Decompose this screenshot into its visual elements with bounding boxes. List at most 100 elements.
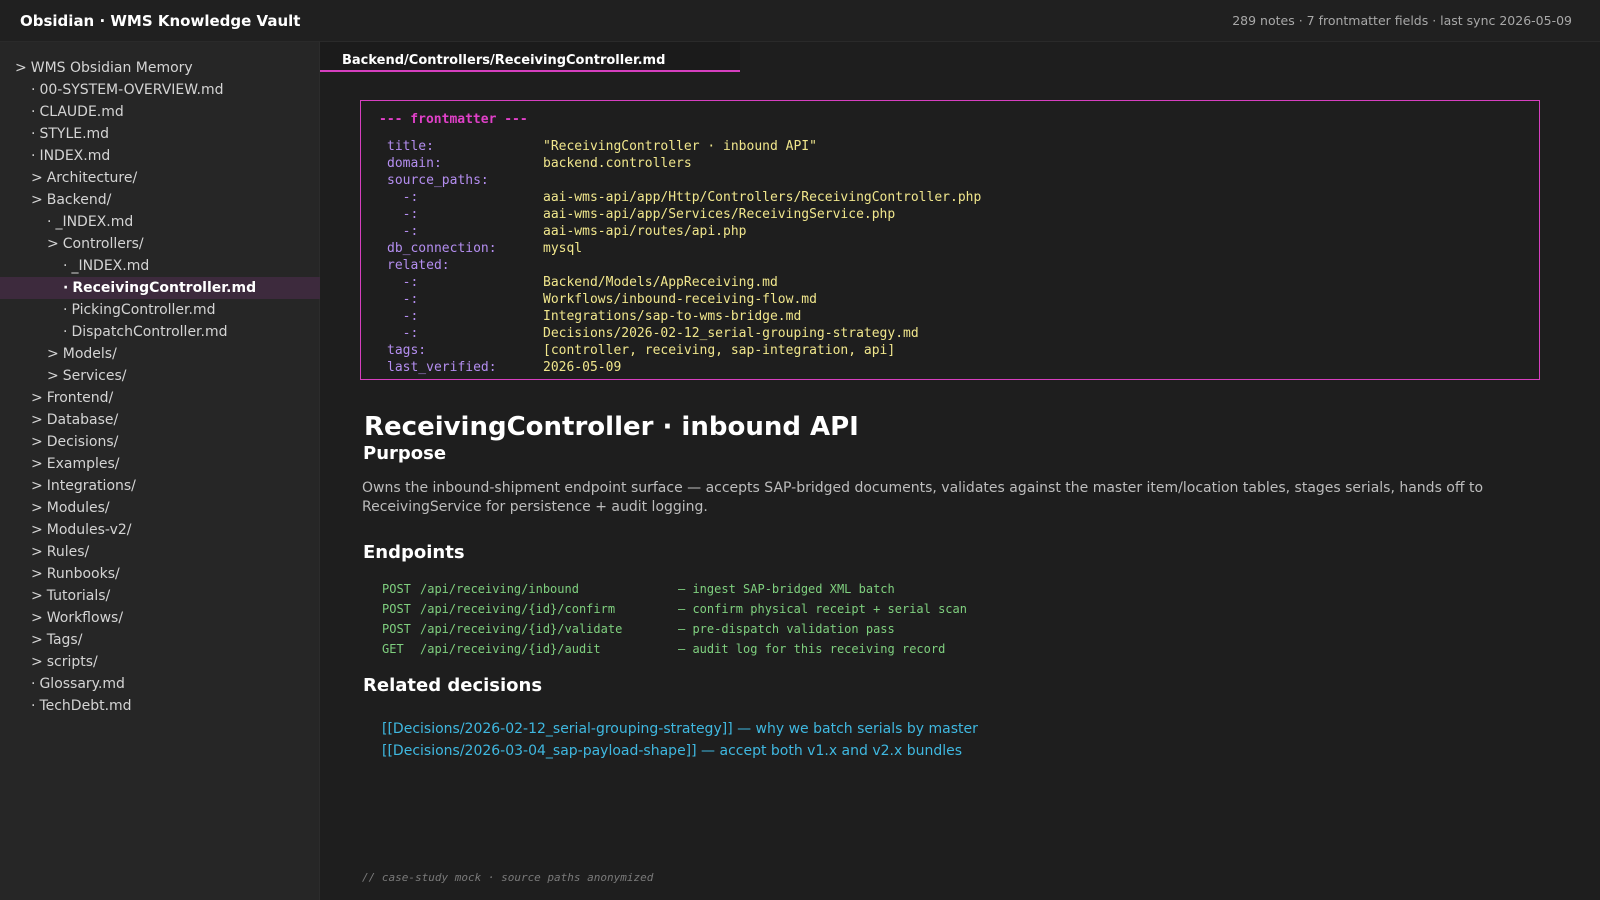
decision-link[interactable]: [[Decisions/2026-03-04_sap-payload-shape… (382, 740, 978, 762)
frontmatter-value: [controller, receiving, sap-integration,… (543, 343, 896, 358)
tree-item-label: Rules/ (46, 544, 90, 560)
tree-file[interactable]: · CLAUDE.md (0, 101, 320, 123)
tree-folder[interactable]: > Modules/ (0, 497, 320, 519)
chevron-right-icon: > (47, 236, 59, 252)
tree-file[interactable]: · _INDEX.md (0, 211, 320, 233)
frontmatter-line: -: Decisions/2026-02-12_serial-grouping-s… (387, 325, 981, 342)
chevron-right-icon: > (31, 456, 43, 472)
tree-file[interactable]: · TechDebt.md (0, 695, 320, 717)
frontmatter-value: aai-wms-api/app/Services/ReceivingServic… (543, 207, 896, 222)
tree-file[interactable]: · STYLE.md (0, 123, 320, 145)
tree-folder[interactable]: > Integrations/ (0, 475, 320, 497)
tree-item-label: Integrations/ (46, 478, 136, 494)
tree-folder[interactable]: > Backend/ (0, 189, 320, 211)
chevron-right-icon: > (31, 412, 43, 428)
tree-folder[interactable]: > Examples/ (0, 453, 320, 475)
tree-folder[interactable]: > Frontend/ (0, 387, 320, 409)
tree-folder[interactable]: > Decisions/ (0, 431, 320, 453)
tree-item-label: Backend/ (46, 192, 112, 208)
frontmatter-line: -: aai-wms-api/app/Services/ReceivingServ… (387, 206, 981, 223)
frontmatter-line: related: (387, 257, 981, 274)
tree-item-label: _INDEX.md (71, 258, 150, 274)
tree-folder[interactable]: > Models/ (0, 343, 320, 365)
tree-file[interactable]: · INDEX.md (0, 145, 320, 167)
purpose-heading: Purpose (363, 443, 447, 464)
tree-item-label: Database/ (46, 412, 119, 428)
frontmatter-key: -: (387, 326, 419, 341)
endpoint-description: — audit log for this receiving record (678, 642, 946, 656)
tree-item-label: _INDEX.md (55, 214, 134, 230)
frontmatter-line: -: aai-wms-api/app/Http/Controllers/Recei… (387, 189, 982, 206)
endpoint-method: POST (382, 582, 411, 596)
tree-file[interactable]: · _INDEX.md (0, 255, 320, 277)
editor-pane: Backend/Controllers/ReceivingController.… (320, 42, 1600, 900)
frontmatter-line: db_connection: mysql (387, 240, 981, 257)
tree-file[interactable]: · 00-SYSTEM-OVERVIEW.md (0, 79, 320, 101)
frontmatter-key: db_connection: (387, 241, 497, 256)
footer-note: // case-study mock · source paths anonym… (362, 871, 654, 884)
tree-item-label: INDEX.md (39, 148, 111, 164)
related-decisions-heading: Related decisions (363, 675, 543, 696)
chevron-right-icon: > (47, 368, 59, 384)
endpoint-path: /api/receiving/{id}/confirm (420, 602, 616, 616)
tree-folder[interactable]: > Tutorials/ (0, 585, 320, 607)
decision-link[interactable]: [[Decisions/2026-02-12_serial-grouping-s… (382, 718, 978, 740)
frontmatter-block: --- frontmatter --- title: "ReceivingCont… (360, 100, 1540, 380)
frontmatter-key: source_paths: (387, 173, 489, 188)
tree-folder[interactable]: > WMS Obsidian Memory (0, 57, 320, 79)
frontmatter-line: last_verified: 2026-05-09 (387, 359, 981, 376)
tree-file[interactable]: · ReceivingController.md (0, 277, 320, 299)
file-explorer-sidebar: > WMS Obsidian Memory · 00-SYSTEM-OVERVIEW.… (0, 42, 320, 900)
frontmatter-line: -: Workflows/inbound-receiving-flow.md (387, 291, 981, 308)
frontmatter-line: tags: [controller, receiving, sap-integra… (387, 342, 981, 359)
purpose-text: Owns the inbound-shipment endpoint surfa… (362, 480, 1484, 515)
endpoint-item: GET/api/receiving/{id}/audit — audit log … (382, 639, 967, 659)
tree-folder[interactable]: > Controllers/ (0, 233, 320, 255)
tree-item-label: Decisions/ (46, 434, 119, 450)
endpoint-method: GET (382, 642, 404, 656)
frontmatter-key: -: (387, 224, 419, 239)
endpoints-heading: Endpoints (363, 542, 465, 563)
tree-folder[interactable]: > scripts/ (0, 651, 320, 673)
chevron-right-icon: > (15, 60, 27, 76)
frontmatter-value: "ReceivingController · inbound API" (543, 139, 817, 154)
endpoint-path: /api/receiving/{id}/validate (420, 622, 623, 636)
frontmatter-line: -: aai-wms-api/routes/api.php (387, 223, 981, 240)
tree-folder[interactable]: > Workflows/ (0, 607, 320, 629)
tree-folder[interactable]: > Database/ (0, 409, 320, 431)
tree-item-label: STYLE.md (39, 126, 110, 142)
tree-item-label: DispatchController.md (71, 324, 228, 340)
frontmatter-value: mysql (543, 241, 583, 256)
tree-item-label: Frontend/ (46, 390, 114, 406)
chevron-right-icon: > (31, 566, 43, 582)
frontmatter-value: Workflows/inbound-receiving-flow.md (543, 292, 817, 307)
tab-receiving-controller[interactable]: Backend/Controllers/ReceivingController.… (320, 42, 740, 72)
frontmatter-key: -: (387, 207, 419, 222)
tree-file[interactable]: · DispatchController.md (0, 321, 320, 343)
frontmatter-value: Backend/Models/AppReceiving.md (543, 275, 778, 290)
endpoint-description: — ingest SAP-bridged XML batch (678, 582, 895, 596)
chevron-right-icon: > (31, 434, 43, 450)
frontmatter-lines: title: "ReceivingController · inbound API… (387, 138, 981, 376)
frontmatter-value: aai-wms-api/routes/api.php (543, 224, 747, 239)
document-title: ReceivingController · inbound API (364, 412, 859, 442)
tree-folder[interactable]: > Services/ (0, 365, 320, 387)
endpoint-path: /api/receiving/{id}/audit (420, 642, 601, 656)
chevron-right-icon: > (31, 500, 43, 516)
tree-item-label: Models/ (62, 346, 117, 362)
frontmatter-value: Integrations/sap-to-wms-bridge.md (543, 309, 802, 324)
tree-file[interactable]: · Glossary.md (0, 673, 320, 695)
tree-folder[interactable]: > Architecture/ (0, 167, 320, 189)
tree-folder[interactable]: > Rules/ (0, 541, 320, 563)
frontmatter-key: -: (387, 292, 419, 307)
bullet-icon: · (31, 82, 36, 98)
chevron-right-icon: > (31, 170, 43, 186)
tree-folder[interactable]: > Tags/ (0, 629, 320, 651)
tree-folder[interactable]: > Runbooks/ (0, 563, 320, 585)
chevron-right-icon: > (31, 654, 43, 670)
tree-file[interactable]: · PickingController.md (0, 299, 320, 321)
tree-folder[interactable]: > Modules-v2/ (0, 519, 320, 541)
tab-label: Backend/Controllers/ReceivingController.… (342, 53, 666, 68)
frontmatter-key: domain: (387, 156, 442, 171)
tree-item-label: Glossary.md (39, 676, 125, 692)
